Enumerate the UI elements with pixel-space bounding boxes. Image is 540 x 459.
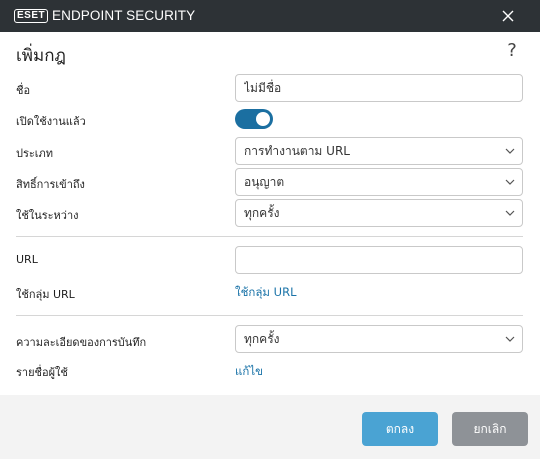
type-select[interactable]: การทำงานตาม URL — [235, 137, 523, 165]
dialog-title: เพิ่มกฎ — [16, 46, 66, 66]
url-input[interactable] — [235, 246, 523, 274]
chevron-down-icon — [505, 148, 515, 154]
eset-logo: ESET — [14, 9, 49, 23]
enabled-toggle[interactable] — [235, 109, 273, 129]
log-severity-value: ทุกครั้ง — [244, 332, 280, 346]
enabled-label: เปิดใช้งานแล้ว — [16, 115, 86, 128]
toggle-knob — [256, 112, 270, 126]
close-button[interactable] — [496, 5, 520, 27]
close-icon — [502, 10, 514, 22]
type-label: ประเภท — [16, 147, 54, 160]
access-label: สิทธิ์การเข้าถึง — [16, 178, 85, 191]
section-divider — [16, 236, 523, 237]
help-button[interactable]: ? — [503, 40, 521, 62]
ok-button[interactable]: ตกลง — [362, 412, 438, 446]
access-select[interactable]: อนุญาต — [235, 168, 523, 196]
product-name: ENDPOINT SECURITY — [52, 8, 196, 23]
log-severity-select[interactable]: ทุกครั้ง — [235, 325, 523, 353]
access-select-value: อนุญาต — [244, 175, 285, 189]
chevron-down-icon — [505, 210, 515, 216]
name-label: ชื่อ — [16, 84, 31, 97]
name-input[interactable] — [235, 74, 523, 102]
chevron-down-icon — [505, 336, 515, 342]
url-group-label: ใช้กลุ่ม URL — [16, 288, 75, 301]
user-list-label: รายชื่อผู้ใช้ — [16, 366, 68, 379]
cancel-button[interactable]: ยกเลิก — [452, 412, 528, 446]
url-label: URL — [16, 253, 38, 266]
section-divider — [16, 315, 523, 316]
type-select-value: การทำงานตาม URL — [244, 144, 350, 158]
log-severity-label: ความละเอียดของการบันทึก — [16, 336, 147, 349]
during-select-value: ทุกครั้ง — [244, 206, 280, 220]
title-bar: ESET ENDPOINT SECURITY — [0, 0, 540, 32]
chevron-down-icon — [505, 179, 515, 185]
url-group-link[interactable]: ใช้กลุ่ม URL — [235, 284, 296, 302]
during-select[interactable]: ทุกครั้ง — [235, 199, 523, 227]
during-label: ใช้ในระหว่าง — [16, 209, 79, 222]
edit-users-link[interactable]: แก้ไข — [235, 363, 263, 381]
